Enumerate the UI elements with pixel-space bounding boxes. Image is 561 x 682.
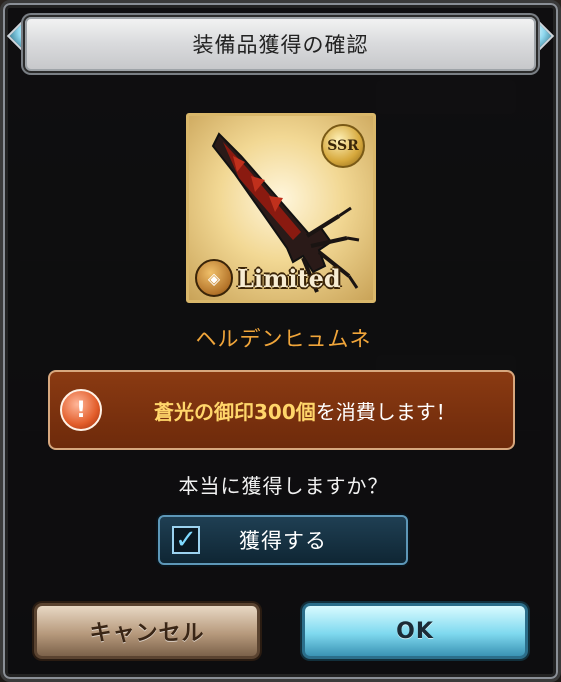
item-name: ヘルデンヒュムネ (195, 327, 372, 351)
item-card: SSR ◈ Limited (186, 113, 376, 303)
cancel-button[interactable]: キャンセル (34, 603, 260, 659)
confirm-question: 本当に獲得しますか？ (178, 474, 389, 498)
warning-message: 蒼光の御印300個を消費します！ (154, 396, 456, 425)
dialog-title: 装備品獲得の確認 (192, 33, 369, 57)
warning-box: ! 蒼光の御印300個を消費します！ (48, 370, 515, 450)
dialog-header: 装備品獲得の確認 (25, 17, 536, 71)
acquire-label: 獲得する (239, 529, 327, 553)
warning-text: を消費します！ (315, 399, 456, 424)
exclamation-icon: ! (60, 389, 102, 431)
limited-banner: ◈ Limited (195, 259, 373, 297)
cancel-label: キャンセル (89, 621, 205, 646)
ssr-badge: SSR (321, 124, 365, 168)
confirm-dialog: 装備品獲得の確認 SSR ◈ Limited ヘルデンヒュムネ ! 蒼光の御印3… (0, 0, 561, 682)
checkbox-checked-icon[interactable]: ✓ (172, 526, 200, 554)
warning-cost: 蒼光の御印300個 (154, 399, 316, 424)
limited-emblem-icon: ◈ (195, 259, 233, 297)
limited-label: Limited (237, 263, 341, 293)
ok-button[interactable]: OK (302, 603, 528, 659)
acquire-button[interactable]: ✓ 獲得する (158, 515, 408, 565)
ok-label: OK (396, 618, 434, 644)
